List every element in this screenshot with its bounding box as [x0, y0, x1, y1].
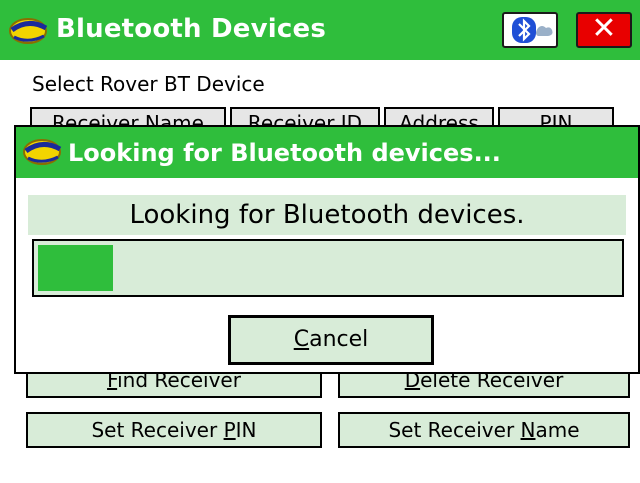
- progress-fill: [38, 245, 113, 291]
- dialog-title-bar: Looking for Bluetooth devices...: [16, 127, 638, 178]
- close-icon: ✕: [591, 11, 617, 46]
- app-logo-icon: [9, 18, 48, 44]
- status-message: Looking for Bluetooth devices.: [28, 195, 626, 235]
- bluetooth-button[interactable]: [502, 12, 558, 48]
- cancel-button[interactable]: Cancel: [228, 315, 434, 365]
- window-title: Bluetooth Devices: [56, 14, 327, 44]
- progress-bar: [32, 239, 624, 297]
- dialog-title: Looking for Bluetooth devices...: [68, 139, 501, 167]
- set-receiver-pin-button[interactable]: Set Receiver PIN: [26, 412, 322, 448]
- search-progress-dialog: Looking for Bluetooth devices... Looking…: [14, 125, 640, 374]
- close-button[interactable]: ✕: [576, 12, 632, 48]
- select-rover-label: Select Rover BT Device: [32, 72, 265, 96]
- title-bar: Bluetooth Devices ✕: [0, 0, 640, 60]
- app-logo-icon: [23, 139, 62, 165]
- bluetooth-icon: [512, 17, 553, 43]
- set-receiver-name-button[interactable]: Set Receiver Name: [338, 412, 630, 448]
